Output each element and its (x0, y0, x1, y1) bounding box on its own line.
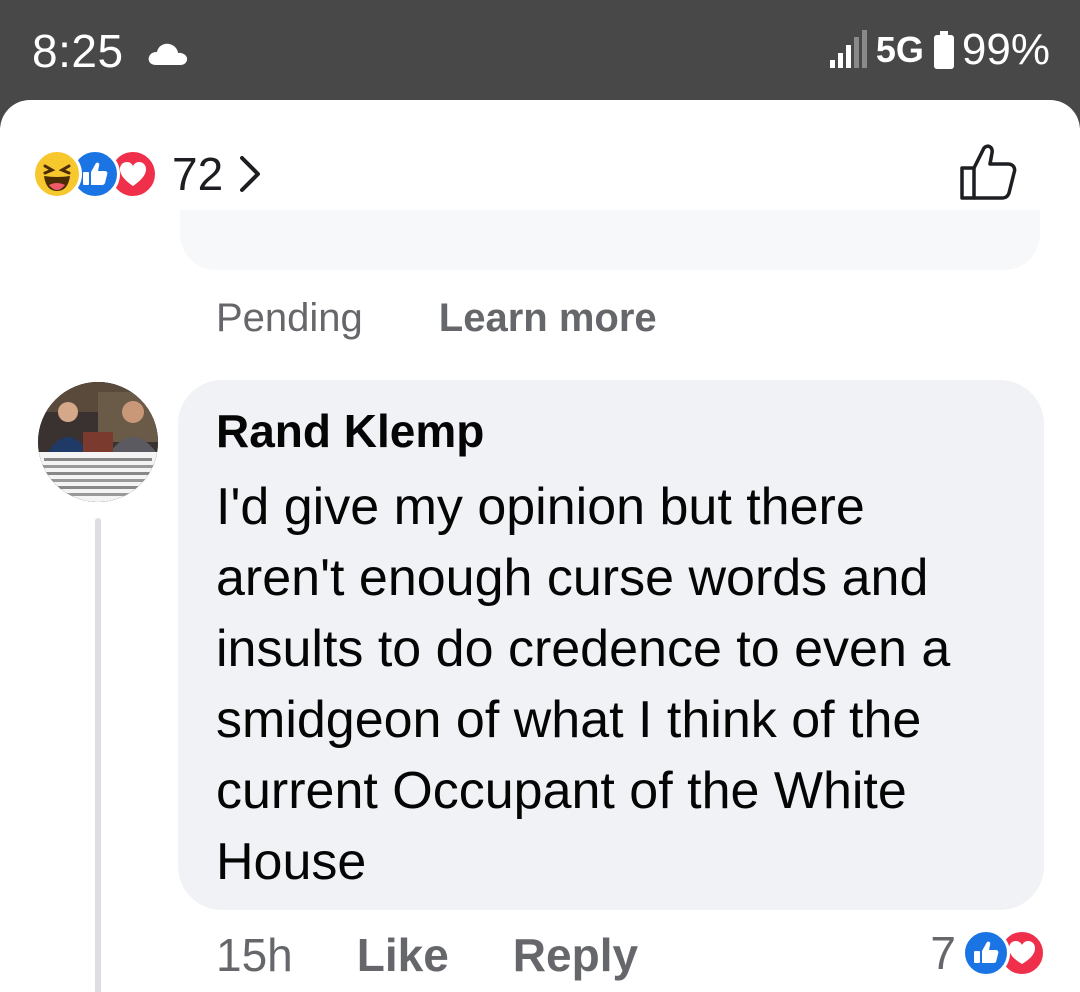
like-button[interactable]: Like (357, 928, 449, 982)
battery-icon (933, 31, 954, 69)
comment-reactions[interactable]: 7 (930, 926, 1046, 980)
comment-actions: 15h Like Reply (216, 928, 638, 982)
thread-line (95, 518, 101, 992)
signal-icon (829, 30, 867, 68)
comments-sheet: 72 Pending Learn more Rand Klemp I'd giv… (0, 100, 1080, 992)
comment-bubble[interactable]: Rand Klemp I'd give my opinion but there… (178, 380, 1044, 910)
comment-reaction-count: 7 (930, 927, 956, 979)
chevron-right-icon (240, 156, 261, 192)
status-bar: 8:25 5G 99% (0, 0, 1080, 100)
avatar[interactable] (38, 382, 158, 502)
haha-reaction-icon (32, 149, 82, 199)
comment-timestamp: 15h (216, 929, 293, 981)
learn-more-link[interactable]: Learn more (439, 296, 657, 341)
like-reaction-icon (962, 929, 1010, 977)
network-type: 5G (875, 29, 924, 70)
comment-text: I'd give my opinion but there aren't eno… (216, 478, 951, 891)
pending-row: Pending Learn more (216, 296, 657, 341)
reactions-summary[interactable]: 72 (32, 144, 263, 204)
pending-label: Pending (216, 296, 363, 340)
like-post-thumb-icon[interactable] (956, 140, 1020, 204)
previous-comment-bubble (180, 210, 1040, 270)
comment-author[interactable]: Rand Klemp (216, 404, 484, 458)
status-right: 5G 99% (828, 24, 1050, 76)
battery-percent: 99% (961, 25, 1050, 74)
reaction-count: 72 (172, 148, 224, 200)
reply-button[interactable]: Reply (513, 928, 638, 982)
status-time: 8:25 (32, 25, 124, 77)
cloud-icon (148, 43, 188, 65)
